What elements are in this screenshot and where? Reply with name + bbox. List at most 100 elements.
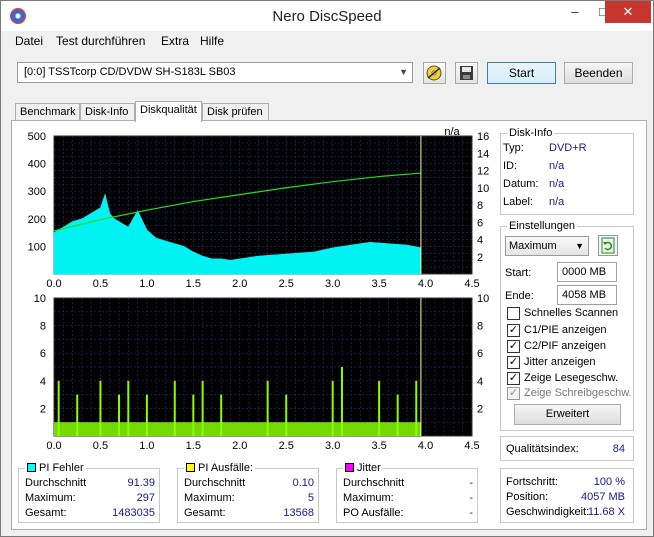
- disc-info-button[interactable]: [423, 62, 446, 84]
- checkbox-box[interactable]: ✓: [507, 372, 520, 385]
- disk-info-label-label: Label:: [503, 196, 533, 208]
- refresh-icon: [601, 237, 615, 254]
- tab-disk-info[interactable]: Disk-Info: [80, 103, 135, 121]
- refresh-button[interactable]: [598, 235, 618, 256]
- y-right-tick-label: 12: [477, 166, 489, 178]
- disk-info-date-label: Datum:: [503, 178, 539, 190]
- checkbox-label: Jitter anzeigen: [524, 356, 596, 368]
- y-left-tick-label: 200: [28, 214, 46, 226]
- x-tick-label: 1.5: [186, 440, 201, 452]
- pi-failure-baseline: [54, 422, 421, 436]
- end-field[interactable]: 4058 MB: [557, 285, 617, 305]
- drive-select-value: [0:0] TSSTcorp CD/DVDW SH-S183L SB03: [24, 66, 236, 78]
- y-left-tick-label: 2: [40, 403, 46, 415]
- disk-info-date-value: n/a: [549, 178, 565, 190]
- menu-hilfe[interactable]: Hilfe: [200, 34, 224, 48]
- x-tick-label: 3.0: [325, 278, 340, 290]
- save-icon: [460, 66, 473, 80]
- settings-group: Einstellungen Maximum ▼ Start: 0000 MB E…: [500, 220, 634, 431]
- tab-diskqualitaet[interactable]: Diskqualität: [135, 101, 202, 122]
- menu-datei[interactable]: Datei: [15, 34, 43, 48]
- pi-failures-swatch: [186, 463, 195, 472]
- end-label: Ende:: [505, 290, 534, 302]
- chevron-down-icon: ▼: [575, 241, 584, 251]
- scan-speed-select[interactable]: Maximum ▼: [505, 236, 589, 256]
- drive-select[interactable]: [0:0] TSSTcorp CD/DVDW SH-S183L SB03 ▼: [17, 62, 413, 83]
- y-right-tick-label: 14: [477, 148, 489, 160]
- disk-info-label-value: n/a: [549, 196, 565, 208]
- disk-info-id-value: n/a: [549, 160, 565, 172]
- x-tick-label: 2.5: [279, 278, 294, 290]
- x-tick-label: 4.5: [464, 440, 479, 452]
- checkbox-box[interactable]: ✓: [507, 324, 520, 337]
- x-tick-label: 2.0: [232, 278, 247, 290]
- x-tick-label: 1.0: [139, 278, 154, 290]
- tab-benchmark[interactable]: Benchmark: [15, 103, 80, 121]
- progress-value: 100 %: [593, 476, 625, 488]
- window-title: Nero DiscSpeed: [272, 8, 382, 25]
- y-right-tick-label: 2: [477, 403, 483, 415]
- start-field[interactable]: 0000 MB: [557, 262, 617, 282]
- x-tick-label: 3.0: [325, 440, 340, 452]
- position-value: 4057 MB: [580, 491, 625, 503]
- app-window: Nero DiscSpeed – □ ✕ Datei Test durchfüh…: [0, 0, 654, 537]
- title-bar: Nero DiscSpeed – □ ✕: [1, 1, 653, 31]
- y-right-tick-label: 8: [477, 200, 483, 212]
- pi-errors-total: Gesamt: 1483035: [25, 507, 155, 519]
- y-left-tick-label: 300: [28, 186, 46, 198]
- checkbox-box[interactable]: ✓: [507, 340, 520, 353]
- speed-label: Geschwindigkeit:: [506, 506, 590, 518]
- advanced-button[interactable]: Erweitert: [514, 404, 621, 425]
- chevron-down-icon: ▼: [399, 67, 408, 77]
- x-tick-label: 1.5: [186, 278, 201, 290]
- x-tick-label: 4.0: [418, 278, 433, 290]
- y-left-tick-label: 400: [28, 159, 46, 171]
- quality-index-label: Qualitätsindex:: [506, 443, 579, 455]
- y-right-tick-label: 6: [477, 217, 483, 229]
- pi-failures-avg: Durchschnitt 0.10: [184, 477, 314, 489]
- quality-charts: 0.0 0.5 1.0 1.5 2.0 2.5 3.0 3.5 4.0 4.5 100 200 300 4…: [28, 126, 490, 452]
- menu-extra[interactable]: Extra: [161, 34, 189, 48]
- checkbox-label: Zeige Schreibgeschw.: [524, 387, 632, 399]
- pi-errors-stats: PI Fehler Durchschnitt 91.39 Maximum: 297 …: [18, 461, 160, 523]
- y-right-tick-label: 2: [477, 252, 483, 264]
- x-tick-label: 0.5: [93, 278, 108, 290]
- y-left-tick-label: 6: [40, 348, 46, 360]
- jitter-avg: Durchschnitt -: [343, 477, 473, 489]
- speed-value: 11.68 X: [587, 506, 625, 518]
- disk-info-id-label: ID:: [503, 160, 518, 172]
- save-button[interactable]: [455, 62, 478, 84]
- x-tick-label: 3.5: [371, 440, 386, 452]
- settings-title: Einstellungen: [507, 220, 578, 232]
- scan-speed-value: Maximum: [509, 240, 557, 252]
- tab-disk-pruefen[interactable]: Disk prüfen: [202, 103, 269, 121]
- pi-failures-title: PI Ausfälle:: [184, 461, 256, 475]
- quality-index-group: Qualitätsindex: 84: [500, 436, 634, 461]
- pi-errors-max: Maximum: 297: [25, 492, 155, 504]
- y-left-tick-label: 500: [28, 131, 46, 143]
- minimize-button[interactable]: –: [561, 1, 589, 23]
- checkbox-box: ✓: [507, 387, 520, 400]
- y-left-tick-label: 10: [34, 293, 46, 305]
- close-button[interactable]: ✕: [605, 1, 651, 23]
- end-button[interactable]: Beenden: [564, 62, 633, 84]
- x-tick-label: 2.0: [232, 440, 247, 452]
- pi-failures-total: Gesamt: 13568: [184, 507, 314, 519]
- top-right-label: n/a: [444, 126, 460, 138]
- menu-bar: Datei Test durchführen Extra Hilfe: [1, 31, 653, 51]
- disk-info-title: Disk-Info: [507, 127, 555, 139]
- x-tick-label: 0.0: [46, 440, 61, 452]
- menu-test-durchfuehren[interactable]: Test durchführen: [56, 34, 145, 48]
- x-tick-label: 4.0: [418, 440, 433, 452]
- checkbox-box[interactable]: ✓: [507, 356, 520, 369]
- y-right-tick-label: 4: [477, 235, 483, 247]
- progress-label: Fortschritt:: [506, 476, 558, 488]
- start-button[interactable]: Start: [487, 62, 556, 84]
- y-right-tick-label: 10: [477, 183, 489, 195]
- checkbox-box[interactable]: [507, 307, 520, 320]
- jitter-title: Jitter: [343, 461, 383, 475]
- checkbox-label: Schnelles Scannen: [524, 307, 619, 319]
- pi-failures-max: Maximum: 5: [184, 492, 314, 504]
- jitter-swatch: [345, 463, 354, 472]
- jitter-po-failures: PO Ausfälle: -: [343, 507, 473, 519]
